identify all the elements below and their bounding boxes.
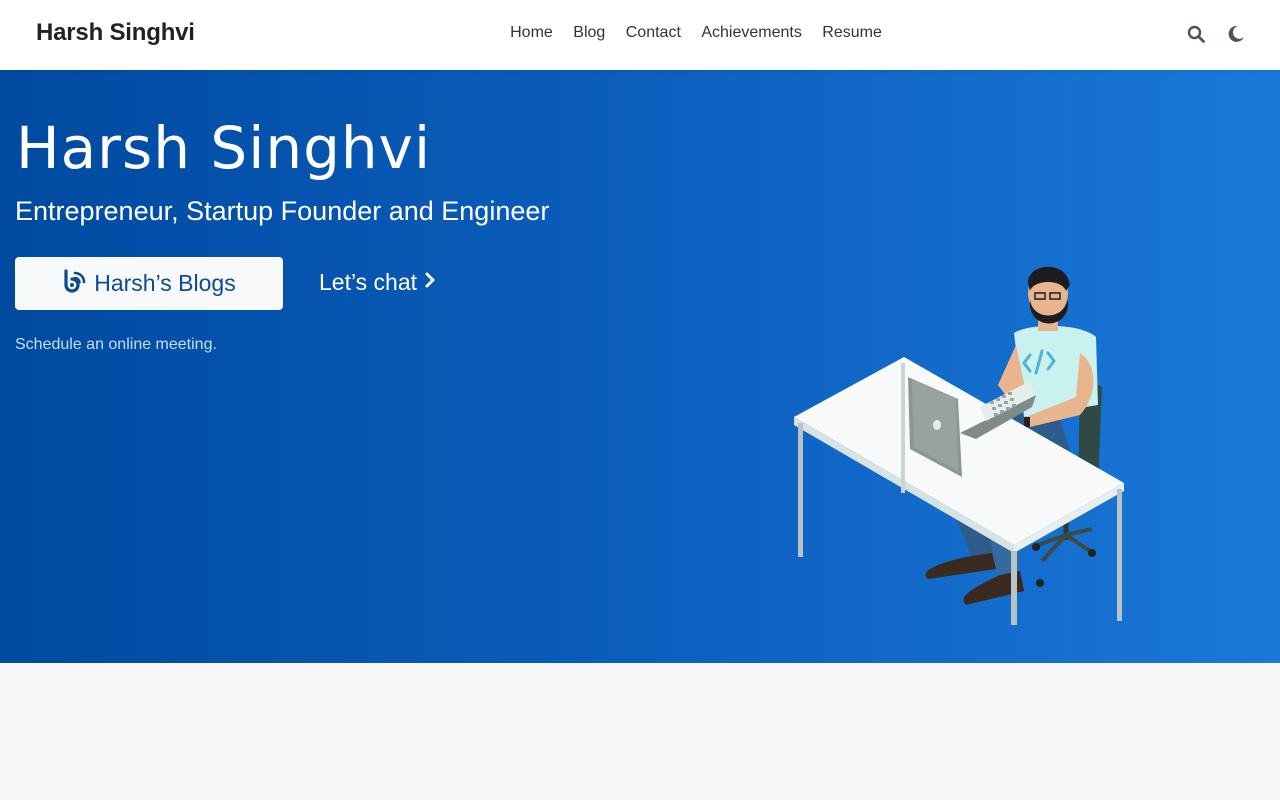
blogs-button[interactable]: Harsh’s Blogs	[15, 257, 283, 310]
nav-links: Home Blog Contact Achievements Resume	[0, 24, 1280, 42]
moon-icon[interactable]	[1226, 22, 1246, 46]
lets-chat-button[interactable]: Let’s chat	[319, 269, 435, 296]
lets-chat-label: Let’s chat	[319, 269, 418, 295]
nav-link-achievements[interactable]: Achievements	[701, 24, 802, 42]
hero-subtitle: Entrepreneur, Startup Founder and Engine…	[15, 196, 550, 226]
hero-title: Harsh Singhvi	[16, 114, 432, 182]
nav-icons	[1186, 22, 1246, 46]
hero-note: Schedule an online meeting.	[15, 336, 217, 353]
nav-link-resume[interactable]: Resume	[822, 24, 882, 42]
content-area	[0, 663, 1280, 800]
chevron-right-icon	[425, 272, 435, 293]
search-icon[interactable]	[1186, 22, 1206, 46]
nav-link-blog[interactable]: Blog	[573, 24, 605, 42]
developer-at-desk-illustration	[794, 266, 1124, 625]
nav-link-contact[interactable]: Contact	[626, 24, 681, 42]
hero-section: Harsh Singhvi Entrepreneur, Startup Foun…	[0, 70, 1280, 663]
blog-icon	[62, 268, 88, 299]
blogs-button-label: Harsh’s Blogs	[94, 270, 236, 296]
navbar: Harsh Singhvi Home Blog Contact Achievem…	[0, 0, 1280, 70]
nav-link-home[interactable]: Home	[510, 24, 553, 42]
